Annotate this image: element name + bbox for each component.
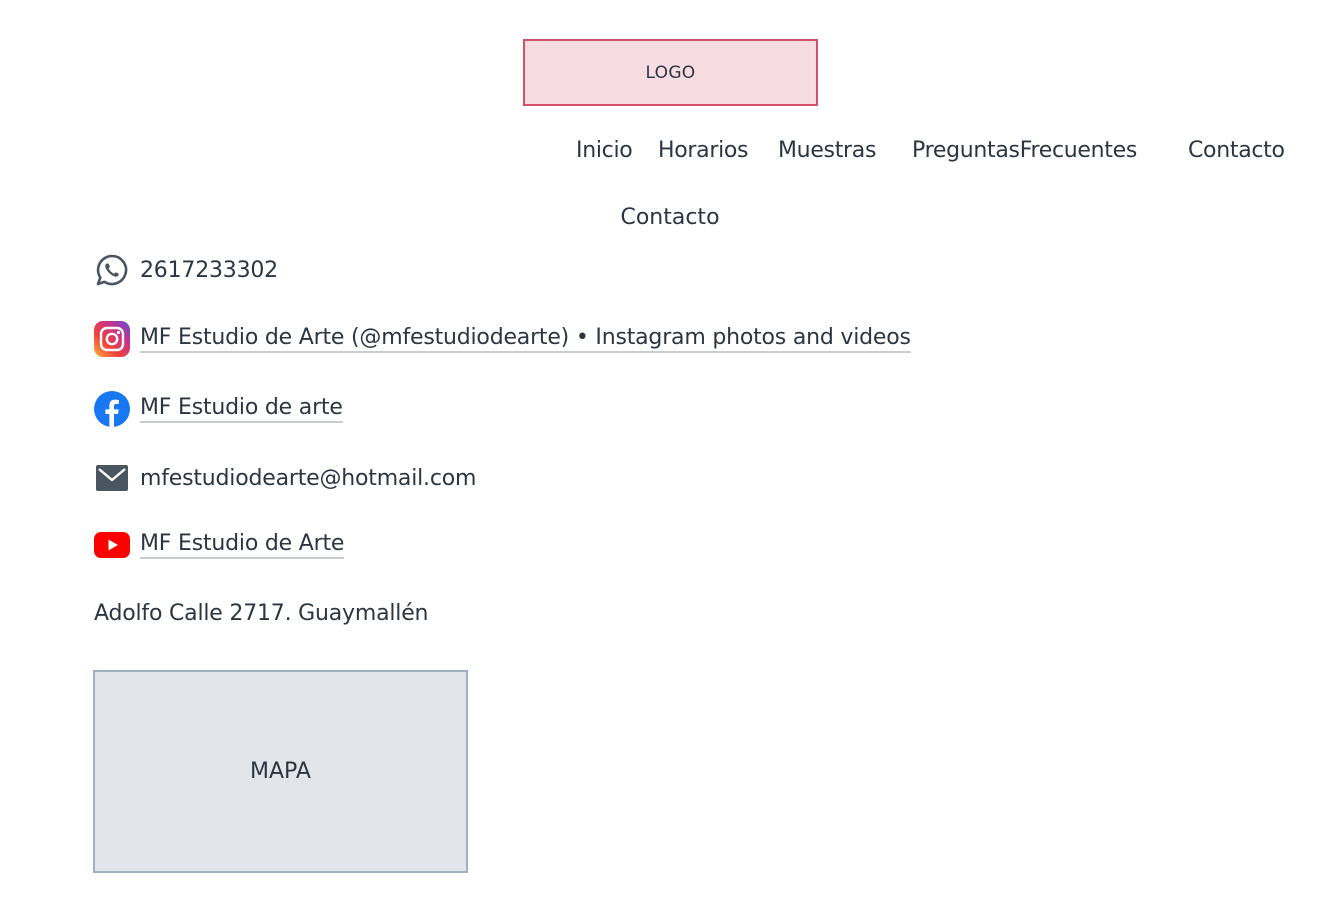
nav-link-contacto[interactable]: Contacto	[1188, 138, 1285, 163]
facebook-icon	[94, 391, 130, 427]
address-text: Adolfo Calle 2717. Guaymallén	[94, 601, 429, 626]
nav-link-muestras[interactable]: Muestras	[778, 138, 876, 163]
email-address[interactable]: mfestudiodearte@hotmail.com	[140, 466, 476, 491]
map-label: MAPA	[250, 759, 311, 784]
youtube-icon	[94, 527, 130, 563]
whatsapp-number[interactable]: 2617233302	[140, 258, 278, 283]
page-title: Contacto	[620, 205, 720, 230]
logo-label: LOGO	[645, 62, 696, 83]
whatsapp-row: 2617233302	[94, 252, 278, 288]
contact-page: LOGO Inicio Horarios Muestras PreguntasF…	[0, 0, 1340, 924]
logo-placeholder[interactable]: LOGO	[523, 39, 818, 106]
instagram-link[interactable]: MF Estudio de Arte (@mfestudiodearte) • …	[140, 325, 911, 353]
facebook-link[interactable]: MF Estudio de arte	[140, 395, 343, 423]
mail-icon	[94, 460, 130, 496]
nav-link-inicio[interactable]: Inicio	[576, 138, 633, 163]
map-placeholder[interactable]: MAPA	[93, 670, 468, 873]
youtube-row: MF Estudio de Arte	[94, 527, 344, 563]
whatsapp-icon	[94, 252, 130, 288]
email-row: mfestudiodearte@hotmail.com	[94, 460, 476, 496]
instagram-icon	[94, 321, 130, 357]
youtube-link[interactable]: MF Estudio de Arte	[140, 531, 344, 559]
nav-link-horarios[interactable]: Horarios	[658, 138, 749, 163]
facebook-row: MF Estudio de arte	[94, 391, 343, 427]
nav-link-preguntas-frecuentes[interactable]: PreguntasFrecuentes	[912, 138, 1137, 163]
instagram-row: MF Estudio de Arte (@mfestudiodearte) • …	[94, 321, 911, 357]
